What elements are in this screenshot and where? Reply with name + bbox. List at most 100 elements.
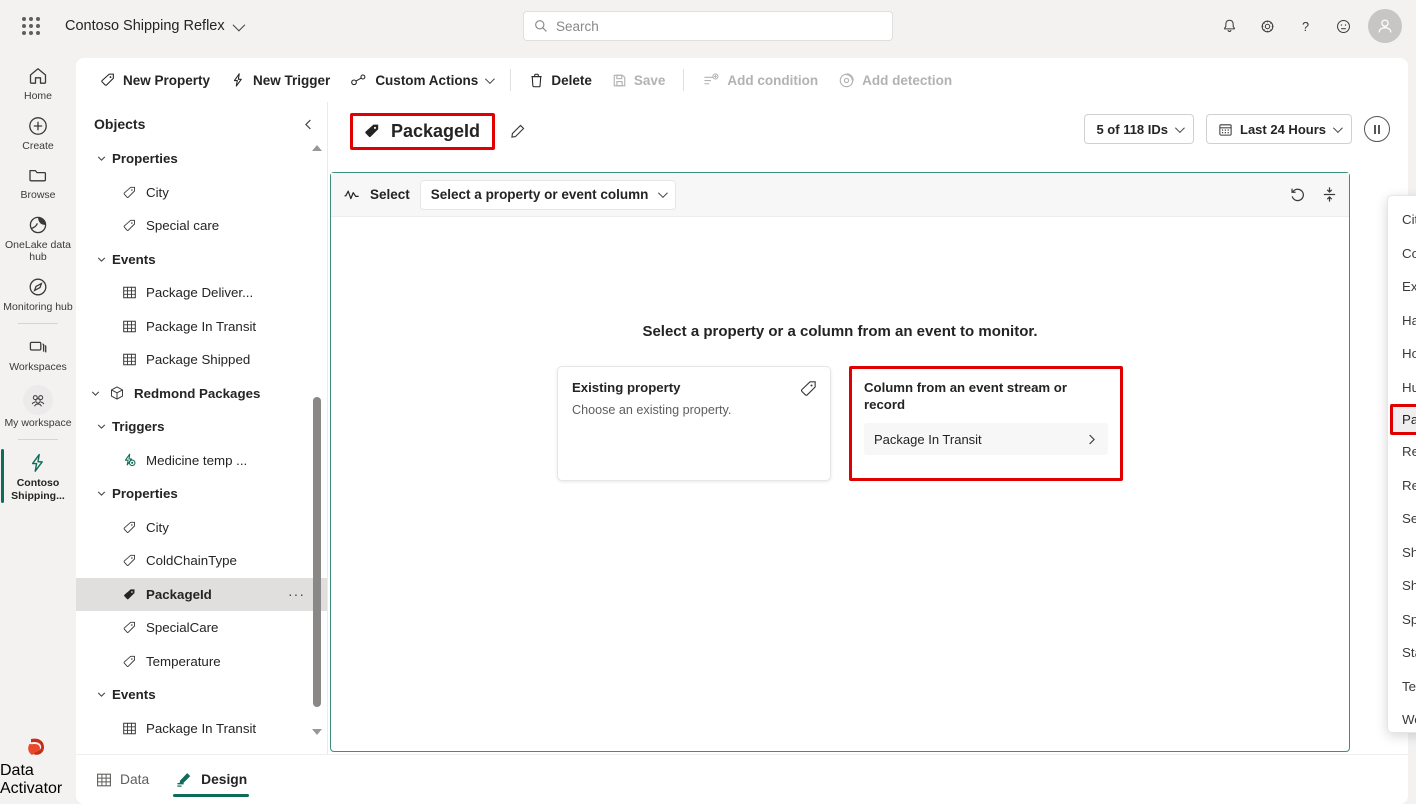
question-mark-icon[interactable]: ?	[1288, 9, 1322, 43]
data-activator-brand[interactable]: Data Activator	[0, 732, 76, 798]
command-toolbar: New Property New Trigger Custom Actions	[76, 58, 1408, 102]
tree-item-temperature[interactable]: Temperature	[76, 645, 327, 679]
dropdown-item-recipientemail[interactable]: RecipientEmail	[1388, 469, 1416, 503]
sidebar-item-label: My workspace	[4, 416, 72, 429]
event-option-package-in-transit[interactable]: Package In Transit	[864, 423, 1108, 455]
pencil-icon[interactable]	[509, 123, 526, 140]
header-filters: 5 of 118 IDs Last 24 Hours	[1084, 114, 1390, 144]
dropdown-item-weight[interactable]: Weight	[1388, 703, 1416, 732]
bell-icon[interactable]	[1212, 9, 1246, 43]
dropdown-item-shipper[interactable]: Shipper	[1388, 536, 1416, 570]
sidebar-item-home[interactable]: Home	[1, 58, 75, 108]
workspace-title-dropdown[interactable]: Contoso Shipping Reflex	[65, 18, 245, 34]
tree-group-properties[interactable]: Properties	[76, 142, 327, 176]
sidebar-item-contoso-shipping-reflex[interactable]: Contoso Shipping...	[1, 445, 75, 507]
chevron-down-icon[interactable]	[90, 421, 112, 432]
chevron-down-icon[interactable]	[90, 153, 112, 164]
dropdown-item-hasexception[interactable]: HasException	[1388, 304, 1416, 338]
undo-arrow-icon[interactable]	[1289, 186, 1306, 203]
new-property-button[interactable]: New Property	[90, 66, 220, 94]
chevron-down-icon[interactable]	[90, 488, 112, 499]
tree-item-medicine-temp-trigger[interactable]: Medicine temp ...	[76, 444, 327, 478]
new-trigger-button[interactable]: New Trigger	[220, 66, 340, 94]
sidebar-item-my-workspace[interactable]: My workspace	[1, 379, 75, 435]
tab-data[interactable]: Data	[94, 766, 151, 794]
scroll-up-arrow-icon[interactable]	[311, 142, 323, 154]
sidebar-item-browse[interactable]: Browse	[1, 157, 75, 207]
card-subtitle: Choose an existing property.	[572, 403, 732, 417]
dropdown-item-exception[interactable]: Exception	[1388, 270, 1416, 304]
dropdown-item-hoursintransit[interactable]: HoursInTransit	[1388, 337, 1416, 371]
table-grid-icon	[118, 352, 140, 367]
tree-item-package-in-transit-2[interactable]: Package In Transit	[76, 712, 327, 739]
monitor-canvas: Select Select a property or event column	[330, 172, 1350, 752]
tree-item-package-shipped[interactable]: Package Shipped	[76, 343, 327, 377]
tree-item-package-delivered[interactable]: Package Deliver...	[76, 276, 327, 310]
dropdown-item-temperature[interactable]: Temperature	[1388, 670, 1416, 704]
monitoring-icon	[26, 275, 50, 299]
tree-group-events-2[interactable]: Events	[76, 678, 327, 712]
tree-item-city-2[interactable]: City	[76, 511, 327, 545]
dropdown-item-state[interactable]: State	[1388, 636, 1416, 670]
sidebar-item-onelake-data-hub[interactable]: OneLake data hub	[1, 207, 75, 269]
chevron-down-icon[interactable]	[90, 689, 112, 700]
more-options-icon[interactable]: ···	[280, 586, 305, 602]
dropdown-item-packageid[interactable]: PackageId	[1390, 404, 1416, 435]
sidebar-item-monitoring-hub[interactable]: Monitoring hub	[1, 269, 75, 319]
scrollbar-thumb[interactable]	[313, 397, 321, 707]
tree-item-label: SpecialCare	[146, 620, 219, 636]
waffle-grid-icon[interactable]	[14, 9, 48, 43]
time-range-dropdown[interactable]: Last 24 Hours	[1206, 114, 1352, 144]
add-detection-button[interactable]: Add detection	[828, 66, 962, 95]
gear-icon[interactable]	[1250, 9, 1284, 43]
trash-icon	[529, 72, 544, 88]
dropdown-item-recipient[interactable]: Recipient	[1388, 435, 1416, 469]
existing-property-card[interactable]: Existing property Choose an existing pro…	[557, 366, 831, 481]
dropdown-item-specialcare[interactable]: SpecialCare	[1388, 603, 1416, 637]
tree-group-events[interactable]: Events	[76, 243, 327, 277]
dropdown-item-humidity[interactable]: Humidity	[1388, 371, 1416, 405]
workspace-title-label: Contoso Shipping Reflex	[65, 18, 225, 34]
smiley-icon[interactable]	[1326, 9, 1360, 43]
save-button[interactable]: Save	[602, 67, 676, 94]
dropdown-item-coldchaintype[interactable]: ColdChainType	[1388, 237, 1416, 271]
pause-circle-icon[interactable]	[1364, 116, 1390, 142]
objects-tree[interactable]: Properties City Special care Events Pack…	[76, 142, 327, 738]
tree-item-packageid[interactable]: PackageId ···	[76, 577, 327, 611]
reflex-bolt-icon	[26, 451, 50, 475]
tab-design[interactable]: Design	[173, 765, 250, 797]
property-column-select[interactable]: Select a property or event column	[419, 179, 677, 210]
tree-object-redmond-packages[interactable]: Redmond Packages	[76, 377, 327, 411]
dropdown-item-city[interactable]: City	[1388, 203, 1416, 237]
sidebar-item-create[interactable]: Create	[1, 108, 75, 158]
tree-group-triggers[interactable]: Triggers	[76, 410, 327, 444]
add-condition-icon	[702, 72, 720, 88]
tree-group-properties-2[interactable]: Properties	[76, 477, 327, 511]
dropdown-item-shipperemail[interactable]: ShipperEmail	[1388, 569, 1416, 603]
fit-vertical-icon[interactable]	[1322, 186, 1337, 203]
scroll-down-arrow-icon[interactable]	[311, 726, 323, 738]
custom-actions-button[interactable]: Custom Actions	[340, 66, 502, 94]
id-filter-dropdown[interactable]: 5 of 118 IDs	[1084, 114, 1195, 144]
chevron-down-icon[interactable]	[90, 254, 112, 265]
chevron-down-icon[interactable]	[84, 388, 106, 399]
tree-scrollbar[interactable]	[311, 142, 323, 738]
time-range-label: Last 24 Hours	[1240, 121, 1326, 137]
chevron-down-icon	[658, 188, 669, 199]
tree-item-city[interactable]: City	[76, 176, 327, 210]
objects-panel-title: Objects	[94, 116, 146, 132]
delete-button[interactable]: Delete	[519, 66, 602, 94]
column-dropdown-list[interactable]: City ColdChainType Exception HasExceptio…	[1387, 195, 1416, 733]
tree-item-package-in-transit[interactable]: Package In Transit	[76, 310, 327, 344]
event-column-card[interactable]: Column from an event stream or record Pa…	[849, 366, 1123, 481]
sidebar-item-workspaces[interactable]: Workspaces	[1, 329, 75, 379]
avatar[interactable]	[1368, 9, 1402, 43]
folder-icon	[26, 163, 50, 187]
tree-item-coldchaintype[interactable]: ColdChainType	[76, 544, 327, 578]
dropdown-item-servicetype[interactable]: ServiceType	[1388, 502, 1416, 536]
add-condition-button[interactable]: Add condition	[692, 66, 828, 94]
search-input[interactable]: Search	[523, 11, 893, 41]
chevron-left-icon[interactable]	[302, 118, 315, 131]
tree-item-specialcare[interactable]: SpecialCare	[76, 611, 327, 645]
tree-item-special-care[interactable]: Special care	[76, 209, 327, 243]
